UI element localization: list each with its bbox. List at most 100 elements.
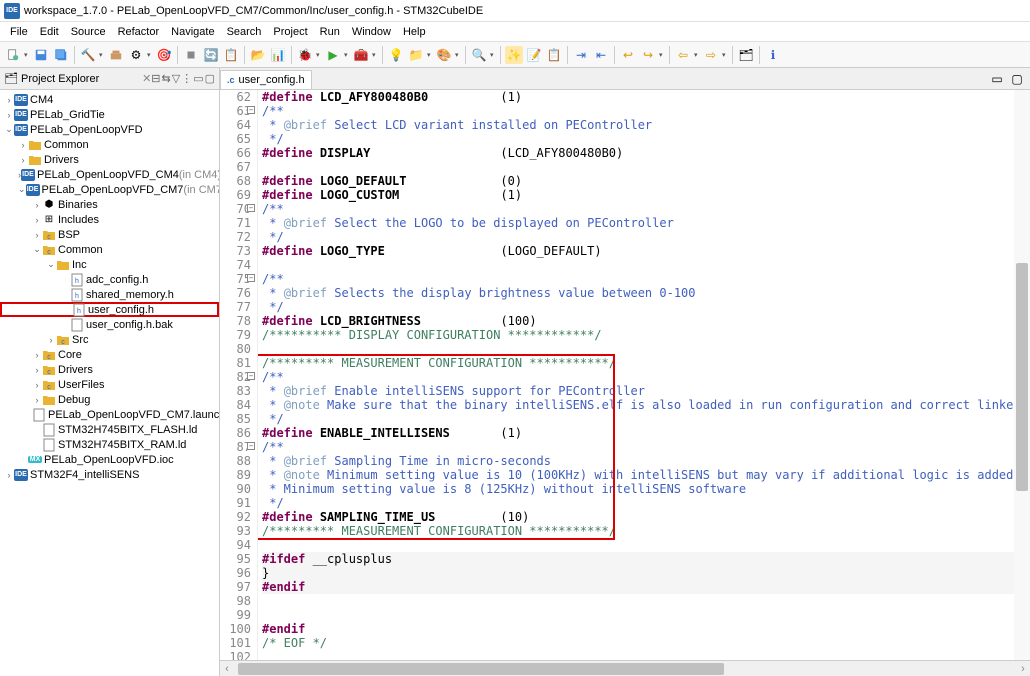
tree-item[interactable]: PELab_OpenLoopVFD_CM7.launch [0,407,219,422]
expand-arrow-icon[interactable]: › [4,110,14,120]
code-line[interactable] [262,258,1014,272]
code-line[interactable]: /********* MEASUREMENT CONFIGURATION ***… [262,524,1014,538]
code-line[interactable]: /** [262,202,1014,216]
editor-max-icon[interactable]: ▢ [1008,70,1026,88]
tree-item[interactable]: ›⊞Includes [0,212,219,227]
fold-icon[interactable]: − [247,274,255,282]
search-button[interactable]: 🔍 [470,46,488,64]
fwd-button[interactable]: ⇨ [702,46,720,64]
code-line[interactable]: #define ENABLE_INTELLISENS (1) [262,426,1014,440]
link-editor-icon[interactable]: ⇆ [162,72,171,85]
tree-item[interactable]: STM32H745BITX_RAM.ld [0,437,219,452]
dropdown-icon[interactable]: ▾ [694,51,700,59]
line-number[interactable]: 100 [220,622,251,636]
line-number[interactable]: 69 [220,188,251,202]
max-icon[interactable]: ▢ [205,72,215,85]
prev-edit-button[interactable]: ↩ [619,46,637,64]
tree-item[interactable]: ›Drivers [0,152,219,167]
dropdown-icon[interactable]: ▾ [722,51,728,59]
code-line[interactable]: } [262,566,1014,580]
min-icon[interactable]: ▭ [193,72,203,85]
open-button[interactable]: 📂 [249,46,267,64]
line-number[interactable]: 88 [220,454,251,468]
code-line[interactable]: /********* MEASUREMENT CONFIGURATION ***… [262,356,1014,370]
code-line[interactable]: /** [262,440,1014,454]
expand-arrow-icon[interactable]: › [32,200,42,210]
code-line[interactable]: /* EOF */ [262,636,1014,650]
tree-item[interactable]: ›IDECM4 [0,92,219,107]
expand-arrow-icon[interactable]: › [32,365,42,375]
tree-item[interactable]: ›IDEPELab_OpenLoopVFD_CM4 (in CM4) [0,167,219,182]
vertical-scrollbar[interactable] [1014,90,1030,660]
code-line[interactable]: #define LCD_AFY800480B0 (1) [262,90,1014,104]
expand-arrow-icon[interactable]: › [32,230,42,240]
dropdown-icon[interactable]: ▾ [147,51,153,59]
code-line[interactable]: #ifdef __cplusplus [262,552,1014,566]
line-number[interactable]: 63− [220,104,251,118]
line-number[interactable]: 70− [220,202,251,216]
code-line[interactable]: * @brief Enable intelliSENS support for … [262,384,1014,398]
line-number[interactable]: 76 [220,286,251,300]
line-number[interactable]: 98 [220,594,251,608]
code-line[interactable]: */ [262,412,1014,426]
code-editor[interactable]: 6263−64656667686970−7172737475−767778798… [220,90,1030,660]
line-number[interactable]: 80 [220,342,251,356]
code-line[interactable]: #define LCD_BRIGHTNESS (100) [262,314,1014,328]
line-number[interactable]: 68 [220,174,251,188]
line-number[interactable]: 86 [220,426,251,440]
tree-item[interactable]: ⌄Inc [0,257,219,272]
dropdown-icon[interactable]: ▾ [99,51,105,59]
line-number[interactable]: 92 [220,510,251,524]
tree-item[interactable]: ›cCore [0,347,219,362]
tree-item[interactable]: ⌄IDEPELab_OpenLoopVFD_CM7 (in CM7) [0,182,219,197]
clip-button[interactable]: 📋 [545,46,563,64]
expand-arrow-icon[interactable]: ⌄ [46,259,56,270]
tree-item[interactable]: ›IDESTM32F4_intelliSENS [0,467,219,482]
step-button[interactable]: ⇥ [572,46,590,64]
save-all-button[interactable] [52,46,70,64]
line-number[interactable]: 83 [220,384,251,398]
build-all-button[interactable] [107,46,125,64]
dropdown-icon[interactable]: ▾ [427,51,433,59]
code-line[interactable]: * @note Make sure that the binary intell… [262,398,1014,412]
code-line[interactable]: * @note Minimum setting value is 10 (100… [262,468,1014,482]
close-view-icon[interactable]: ✕ [142,72,151,85]
gutter[interactable]: 6263−64656667686970−7172737475−767778798… [220,90,258,660]
code-line[interactable]: #define SAMPLING_TIME_US (10) [262,510,1014,524]
tree-item[interactable]: user_config.h.bak [0,317,219,332]
wand-button[interactable]: ✨ [505,46,523,64]
line-number[interactable]: 89 [220,468,251,482]
tree-item[interactable]: ⌄IDEPELab_OpenLoopVFD [0,122,219,137]
code-line[interactable]: #endif [262,622,1014,636]
back-button[interactable]: ⇦ [674,46,692,64]
tree-item[interactable]: ⌄cCommon [0,242,219,257]
fold-icon[interactable]: − [247,106,255,114]
info-button[interactable]: ℹ [764,46,782,64]
line-number[interactable]: 64 [220,118,251,132]
tree-item[interactable]: ›Debug [0,392,219,407]
code-line[interactable]: /** [262,370,1014,384]
code-line[interactable]: */ [262,496,1014,510]
expand-arrow-icon[interactable]: ⌄ [32,244,42,255]
line-number[interactable]: 81 [220,356,251,370]
line-number[interactable]: 96 [220,566,251,580]
editor-min-icon[interactable]: ▭ [988,70,1006,88]
code-line[interactable] [262,538,1014,552]
save-button[interactable] [32,46,50,64]
line-number[interactable]: 87− [220,440,251,454]
code-line[interactable] [262,342,1014,356]
line-number[interactable]: 95 [220,552,251,566]
dropdown-icon[interactable]: ▾ [659,51,665,59]
line-number[interactable]: 73 [220,244,251,258]
expand-arrow-icon[interactable]: › [46,335,56,345]
config-button[interactable]: ⚙ [127,46,145,64]
tree-item[interactable]: STM32H745BITX_FLASH.ld [0,422,219,437]
line-number[interactable]: 72 [220,230,251,244]
tree-item[interactable]: MXPELab_OpenLoopVFD.ioc [0,452,219,467]
code-line[interactable] [262,160,1014,174]
expand-arrow-icon[interactable]: › [4,95,14,105]
tree-item[interactable]: ›⬢Binaries [0,197,219,212]
menu-project[interactable]: Project [267,24,313,40]
line-number[interactable]: 79 [220,328,251,342]
folder-nav-button[interactable]: 📁 [407,46,425,64]
